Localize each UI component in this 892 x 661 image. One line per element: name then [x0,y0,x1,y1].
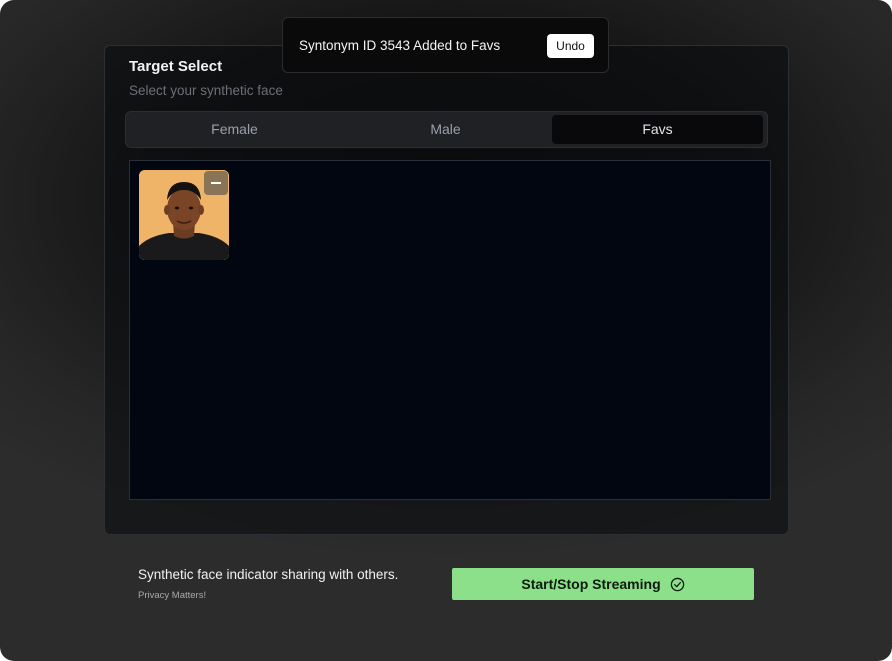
gender-tabs: Female Male Favs [125,111,768,148]
undo-button[interactable]: Undo [547,34,594,58]
panel-title: Target Select [129,58,223,75]
check-circle-icon [670,577,684,591]
tab-male[interactable]: Male [340,115,551,144]
indicator-text: Synthetic face indicator sharing with ot… [138,567,399,582]
face-grid [129,160,771,500]
start-stop-streaming-button[interactable]: Start/Stop Streaming [452,568,754,600]
tab-favs[interactable]: Favs [552,115,763,144]
face-thumbnail[interactable] [139,170,229,260]
app-window: Target Select Select your synthetic face… [0,0,892,661]
target-select-panel: Target Select Select your synthetic face… [104,45,789,535]
remove-favorite-minus-icon[interactable] [204,171,228,195]
toast-notification: Syntonym ID 3543 Added to Favs Undo [282,17,609,73]
panel-subtitle: Select your synthetic face [129,83,283,98]
tab-female[interactable]: Female [129,115,340,144]
privacy-text: Privacy Matters! [138,590,207,601]
toast-message: Syntonym ID 3543 Added to Favs [299,38,501,53]
stream-button-label: Start/Stop Streaming [521,576,661,592]
